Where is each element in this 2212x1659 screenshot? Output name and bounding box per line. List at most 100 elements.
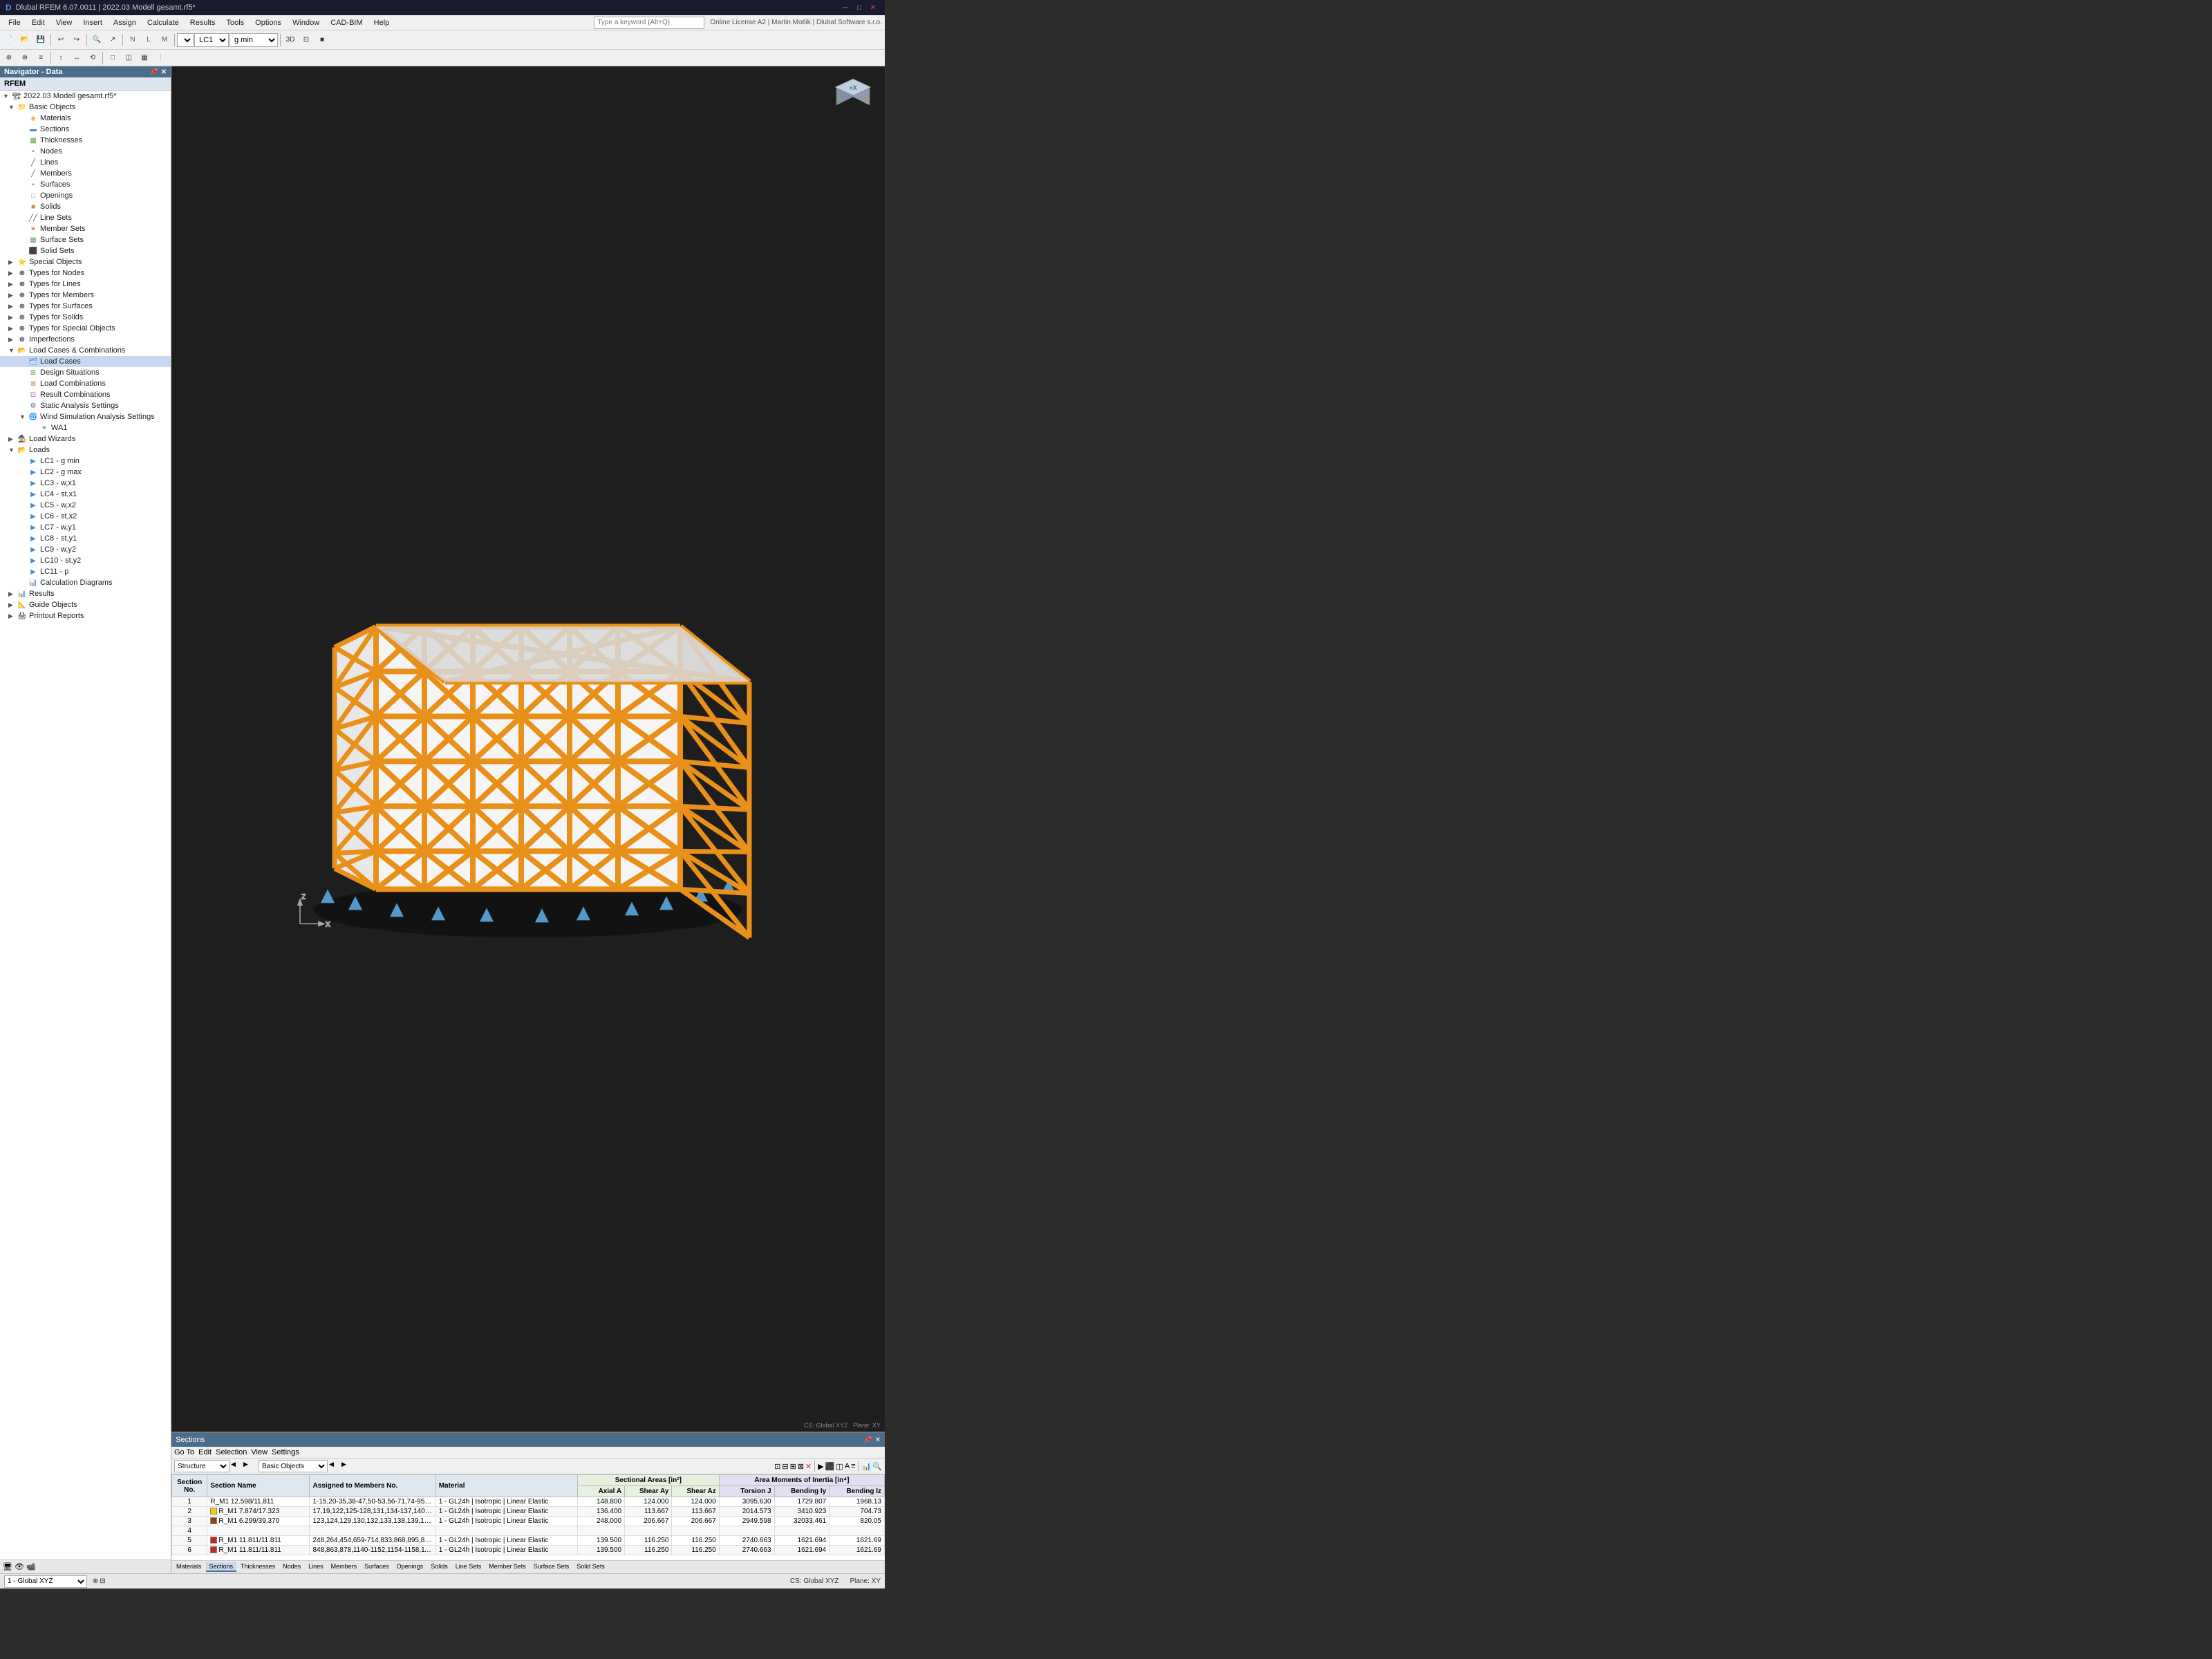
tb2-btn7[interactable]: □	[105, 50, 120, 66]
sec-tb6[interactable]: ▶	[818, 1462, 823, 1471]
save-button[interactable]: 💾	[33, 32, 48, 48]
tab-lines[interactable]: Lines	[305, 1562, 327, 1572]
nav-lc7[interactable]: ▶ LC7 - w,y1	[0, 522, 171, 533]
nav-load-cases[interactable]: 🗂 Load Cases	[0, 356, 171, 367]
menu-goto[interactable]: Go To	[174, 1448, 194, 1456]
zoom-btn[interactable]: 🔍	[89, 32, 104, 48]
nav-solids[interactable]: ■ Solids	[0, 201, 171, 212]
menu-help[interactable]: Help	[368, 17, 395, 28]
nav-design-situations[interactable]: ⊞ Design Situations	[0, 367, 171, 378]
tab-surfaces[interactable]: Surfaces	[361, 1562, 393, 1572]
sec-tb5[interactable]: ✕	[805, 1462, 812, 1471]
nav-lc10[interactable]: ▶ LC10 - st,y2	[0, 555, 171, 566]
menu-options[interactable]: Options	[250, 17, 287, 28]
nav-close-button[interactable]: ✕	[161, 68, 167, 76]
nav-wa1[interactable]: ≡ WA1	[0, 422, 171, 433]
nav-solid-sets[interactable]: ⬛ Solid Sets	[0, 245, 171, 256]
nav-lc11[interactable]: ▶ LC11 - p	[0, 566, 171, 577]
menu-calculate[interactable]: Calculate	[142, 17, 185, 28]
structure-combo[interactable]: Structure	[174, 1460, 229, 1472]
nav-load-wizards[interactable]: ▶ 🧙 Load Wizards	[0, 433, 171, 444]
nav-openings[interactable]: □ Openings	[0, 190, 171, 201]
sec-tb4[interactable]: ⊠	[798, 1462, 804, 1471]
menu-results[interactable]: Results	[185, 17, 221, 28]
wireframe-btn[interactable]: ⊡	[299, 32, 314, 48]
new-button[interactable]: 📄	[1, 32, 17, 48]
nav-icon1[interactable]: 🖥	[3, 1562, 12, 1571]
nav-types-nodes[interactable]: ▶ ⊕ Types for Nodes	[0, 268, 171, 279]
member-btn[interactable]: M	[157, 32, 172, 48]
tb2-btn2[interactable]: ⊗	[17, 50, 32, 66]
navigator-tree[interactable]: ▼ 🏗 2022.03 Modell gesamt.rf5* ▼ 📁 Basic…	[0, 91, 171, 1559]
menu-cad-bim[interactable]: CAD-BIM	[325, 17, 368, 28]
sec-next-btn[interactable]: ▶	[243, 1461, 254, 1472]
tab-line-sets[interactable]: Line Sets	[452, 1562, 485, 1572]
tab-nodes[interactable]: Nodes	[279, 1562, 304, 1572]
select-btn[interactable]: ↗	[105, 32, 120, 48]
nav-icon2[interactable]: 👁	[15, 1562, 24, 1571]
tb2-btn5[interactable]: ↔	[69, 50, 84, 66]
menu-insert[interactable]: Insert	[77, 17, 108, 28]
nav-load-combinations[interactable]: ⊠ Load Combinations	[0, 378, 171, 389]
nav-members[interactable]: ╱ Members	[0, 168, 171, 179]
menu-settings-sec[interactable]: Settings	[272, 1448, 299, 1456]
nav-wind-simulation[interactable]: ▼ 🌀 Wind Simulation Analysis Settings	[0, 411, 171, 422]
tb2-btn9[interactable]: ▦	[137, 50, 152, 66]
nav-sections[interactable]: ▬ Sections	[0, 124, 171, 135]
loadcase-name-combo[interactable]: g min	[229, 33, 278, 47]
nav-lc3[interactable]: ▶ LC3 - w,x1	[0, 478, 171, 489]
sec-tb9[interactable]: A	[845, 1462, 850, 1470]
status-icon1[interactable]: ⊕	[93, 1577, 98, 1585]
sec-next2-btn[interactable]: ▶	[341, 1461, 353, 1472]
tab-materials[interactable]: Materials	[173, 1562, 205, 1572]
keyword-search-input[interactable]	[594, 17, 704, 29]
special-arrow[interactable]: ▶	[8, 259, 17, 266]
menu-assign[interactable]: Assign	[108, 17, 142, 28]
solid-btn[interactable]: ■	[315, 32, 330, 48]
sec-prev-btn[interactable]: ◀	[231, 1461, 242, 1472]
menu-edit-sec[interactable]: Edit	[198, 1448, 212, 1456]
close-button[interactable]: ✕	[867, 1, 879, 14]
nav-materials[interactable]: ◈ Materials	[0, 113, 171, 124]
nav-types-special[interactable]: ▶ ⊕ Types for Special Objects	[0, 323, 171, 334]
tab-member-sets[interactable]: Member Sets	[485, 1562, 529, 1572]
table-row[interactable]: 4	[172, 1526, 885, 1536]
nav-pin-button[interactable]: 📌	[149, 68, 158, 76]
nav-lc6[interactable]: ▶ LC6 - st,x2	[0, 511, 171, 522]
table-row[interactable]: 1 R_M1 12.598/11.811 1-15,20-35,38-47,50…	[172, 1497, 885, 1507]
sec-prev2-btn[interactable]: ◀	[329, 1461, 340, 1472]
menu-selection[interactable]: Selection	[216, 1448, 247, 1456]
sec-tb1[interactable]: ⊡	[774, 1462, 780, 1471]
nav-lc5[interactable]: ▶ LC5 - w,x2	[0, 500, 171, 511]
nav-static-analysis[interactable]: ⚙ Static Analysis Settings	[0, 400, 171, 411]
nav-nodes[interactable]: • Nodes	[0, 146, 171, 157]
nav-results[interactable]: ▶ 📊 Results	[0, 588, 171, 599]
nav-calc-diagrams[interactable]: 📊 Calculation Diagrams	[0, 577, 171, 588]
nav-types-lines[interactable]: ▶ ⊕ Types for Lines	[0, 279, 171, 290]
nav-loads[interactable]: ▼ 📂 Loads	[0, 444, 171, 456]
nav-surface-sets[interactable]: ▦ Surface Sets	[0, 234, 171, 245]
tab-thicknesses[interactable]: Thicknesses	[237, 1562, 279, 1572]
nav-lines[interactable]: ╱ Lines	[0, 157, 171, 168]
table-row[interactable]: 6 R_M1 11.811/11.811 848,863,878,1140-11…	[172, 1546, 885, 1555]
status-icon2[interactable]: ⊟	[100, 1577, 105, 1585]
nav-icon3[interactable]: 📹	[26, 1562, 36, 1571]
menu-window[interactable]: Window	[287, 17, 325, 28]
tab-openings[interactable]: Openings	[393, 1562, 427, 1572]
viewport-3d[interactable]: Z X Z +X Y	[171, 66, 885, 1432]
tab-solids[interactable]: Solids	[427, 1562, 451, 1572]
model-arrow[interactable]: ▼	[3, 93, 11, 100]
menu-file[interactable]: File	[3, 17, 26, 28]
tab-solid-sets[interactable]: Solid Sets	[573, 1562, 608, 1572]
nav-basic-objects[interactable]: ▼ 📁 Basic Objects	[0, 102, 171, 113]
mode-combo[interactable]: G	[177, 33, 194, 47]
nav-result-combinations[interactable]: ⊡ Result Combinations	[0, 389, 171, 400]
sections-close-button[interactable]: ✕	[875, 1436, 881, 1444]
sec-tb10[interactable]: ≡	[851, 1462, 855, 1470]
sections-pin-button[interactable]: 📌	[863, 1436, 872, 1444]
view-select[interactable]: 1 - Global XYZ	[4, 1575, 87, 1588]
sec-tb12[interactable]: 🔍	[872, 1462, 882, 1471]
redo-button[interactable]: ↪	[69, 32, 84, 48]
lc-combo[interactable]: LC1	[194, 33, 229, 47]
tab-members[interactable]: Members	[328, 1562, 361, 1572]
